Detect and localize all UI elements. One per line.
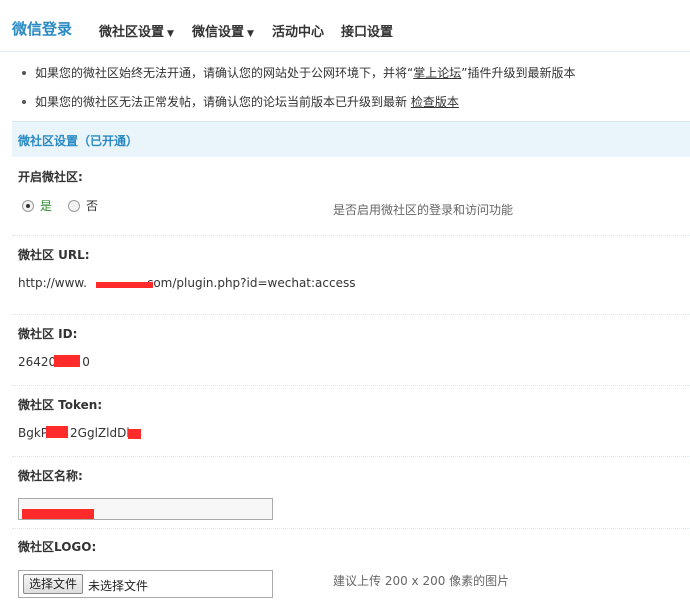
- section-header: 微社区设置（已开通）: [12, 121, 690, 157]
- nav-wechat-settings[interactable]: 微信设置 ▼: [192, 21, 254, 40]
- radio-no[interactable]: 否: [68, 197, 98, 214]
- top-navigation: 微信登录 微社区设置 ▼ 微信设置 ▼ 活动中心 接口设置: [0, 0, 690, 52]
- nav-community-settings[interactable]: 微社区设置 ▼: [99, 21, 174, 40]
- name-label: 微社区名称:: [18, 469, 83, 483]
- chevron-down-icon: ▼: [167, 29, 174, 39]
- logo-file-input[interactable]: 选择文件 未选择文件: [18, 570, 273, 598]
- bullet-icon: [22, 99, 26, 104]
- divider: [12, 235, 690, 236]
- enable-hint: 是否启用微社区的登录和访问功能: [333, 203, 514, 217]
- redaction-mark: [46, 426, 68, 438]
- nav-activity-center[interactable]: 活动中心: [272, 21, 324, 40]
- brand-title[interactable]: 微信登录: [12, 18, 72, 39]
- radio-yes[interactable]: 是: [22, 197, 52, 214]
- divider: [12, 314, 690, 315]
- bullet-icon: [22, 70, 26, 75]
- radio-unchecked-icon[interactable]: [68, 199, 80, 212]
- nav-api-settings[interactable]: 接口设置: [341, 21, 393, 40]
- url-label: 微社区 URL:: [18, 248, 90, 262]
- tip-item: 如果您的微社区无法正常发帖，请确认您的论坛当前版本已升级到最新 检查版本: [22, 93, 459, 110]
- id-label: 微社区 ID:: [18, 327, 78, 341]
- divider: [12, 528, 690, 529]
- chevron-down-icon: ▼: [247, 29, 254, 39]
- check-version-link[interactable]: 检查版本: [411, 95, 459, 109]
- mobile-forum-link[interactable]: 掌上论坛: [413, 66, 461, 80]
- divider: [12, 456, 690, 457]
- token-value: BgkP 2GglZldDk: [18, 426, 134, 440]
- section-title: 微社区设置（已开通）: [18, 134, 139, 148]
- redaction-mark: [96, 282, 153, 288]
- redaction-mark: [128, 429, 141, 439]
- logo-label: 微社区LOGO:: [18, 540, 97, 554]
- radio-checked-icon[interactable]: [22, 199, 34, 212]
- logo-hint: 建议上传 200 x 200 像素的图片: [333, 574, 510, 588]
- enable-label: 开启微社区:: [18, 170, 83, 184]
- redaction-mark: [22, 509, 94, 519]
- divider: [12, 385, 690, 386]
- choose-file-button[interactable]: 选择文件: [23, 574, 84, 594]
- token-label: 微社区 Token:: [18, 398, 103, 412]
- url-value: http://www. .com/plugin.php?id=wechat:acc…: [18, 276, 356, 290]
- tip-item: 如果您的微社区始终无法开通，请确认您的网站处于公网环境下，并将“掌上论坛”插件升…: [22, 64, 575, 81]
- file-status: 未选择文件: [88, 579, 149, 593]
- redaction-mark: [54, 355, 80, 367]
